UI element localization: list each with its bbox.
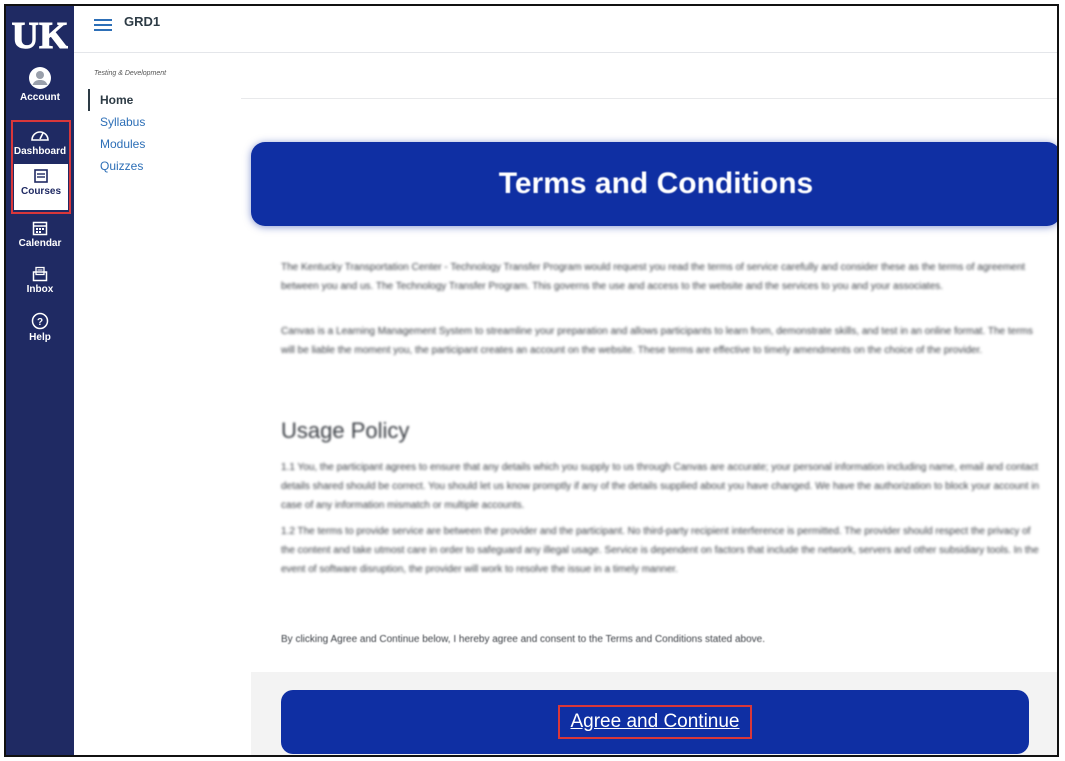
course-nav-title: Testing & Development <box>94 70 167 77</box>
terms-banner: Terms and Conditions <box>251 142 1057 226</box>
course-nav: Testing & Development Home Syllabus Modu… <box>88 70 228 177</box>
top-bar: GRD1 <box>74 6 1057 50</box>
global-nav-calendar[interactable]: Calendar <box>6 220 74 249</box>
inbox-icon <box>32 266 48 282</box>
account-avatar-icon <box>29 67 51 89</box>
global-nav-inbox[interactable]: Inbox <box>6 266 74 295</box>
course-nav-syllabus[interactable]: Syllabus <box>88 111 228 133</box>
main-content: Terms and Conditions The Kentucky Transp… <box>241 98 1057 755</box>
course-nav-quizzes[interactable]: Quizzes <box>88 155 228 177</box>
inbox-label: Inbox <box>26 284 54 295</box>
global-nav-dashboard[interactable]: Dashboard <box>6 126 74 157</box>
calendar-label: Calendar <box>18 238 62 249</box>
help-icon: ? <box>31 312 49 330</box>
dashboard-label: Dashboard <box>13 146 67 157</box>
courses-label: Courses <box>20 186 61 197</box>
courses-icon <box>34 169 48 183</box>
calendar-icon <box>32 221 48 236</box>
course-nav-modules[interactable]: Modules <box>88 133 228 155</box>
policy-paragraph-1-1: 1.1 You, the participant agrees to ensur… <box>281 462 1040 511</box>
agree-and-continue-button[interactable]: Agree and Continue <box>281 690 1029 754</box>
svg-text:UK: UK <box>12 15 68 57</box>
policy-paragraph-1-2: 1.2 The terms to provide service are bet… <box>281 526 1039 575</box>
global-nav: UK Account Dashboard Courses Calendar In… <box>6 6 74 755</box>
intro-paragraph-1: The Kentucky Transportation Center - Tec… <box>281 262 1026 292</box>
intro-paragraph-2: Canvas is a Learning Management System t… <box>281 326 1033 356</box>
content-divider <box>241 98 1057 99</box>
agree-section: Agree and Continue <box>251 672 1057 755</box>
help-label: Help <box>29 332 51 343</box>
hamburger-menu-icon[interactable] <box>94 16 112 32</box>
top-divider <box>74 52 1057 53</box>
global-nav-help[interactable]: ? Help <box>6 312 74 343</box>
usage-policy-heading: Usage Policy <box>281 418 410 443</box>
global-nav-account[interactable]: Account <box>6 66 74 103</box>
global-nav-courses[interactable]: Courses <box>14 164 68 210</box>
page-title: Terms and Conditions <box>498 167 814 200</box>
dashboard-icon <box>31 131 49 141</box>
uk-logo: UK <box>12 15 68 58</box>
consent-text: By clicking Agree and Continue below, I … <box>281 634 766 645</box>
app-frame: UK Account Dashboard Courses Calendar In… <box>4 4 1059 757</box>
course-nav-home[interactable]: Home <box>88 89 228 111</box>
account-label: Account <box>20 92 60 103</box>
svg-text:?: ? <box>37 317 43 328</box>
course-breadcrumb[interactable]: GRD1 <box>124 14 160 29</box>
agree-and-continue-label: Agree and Continue <box>558 705 752 739</box>
